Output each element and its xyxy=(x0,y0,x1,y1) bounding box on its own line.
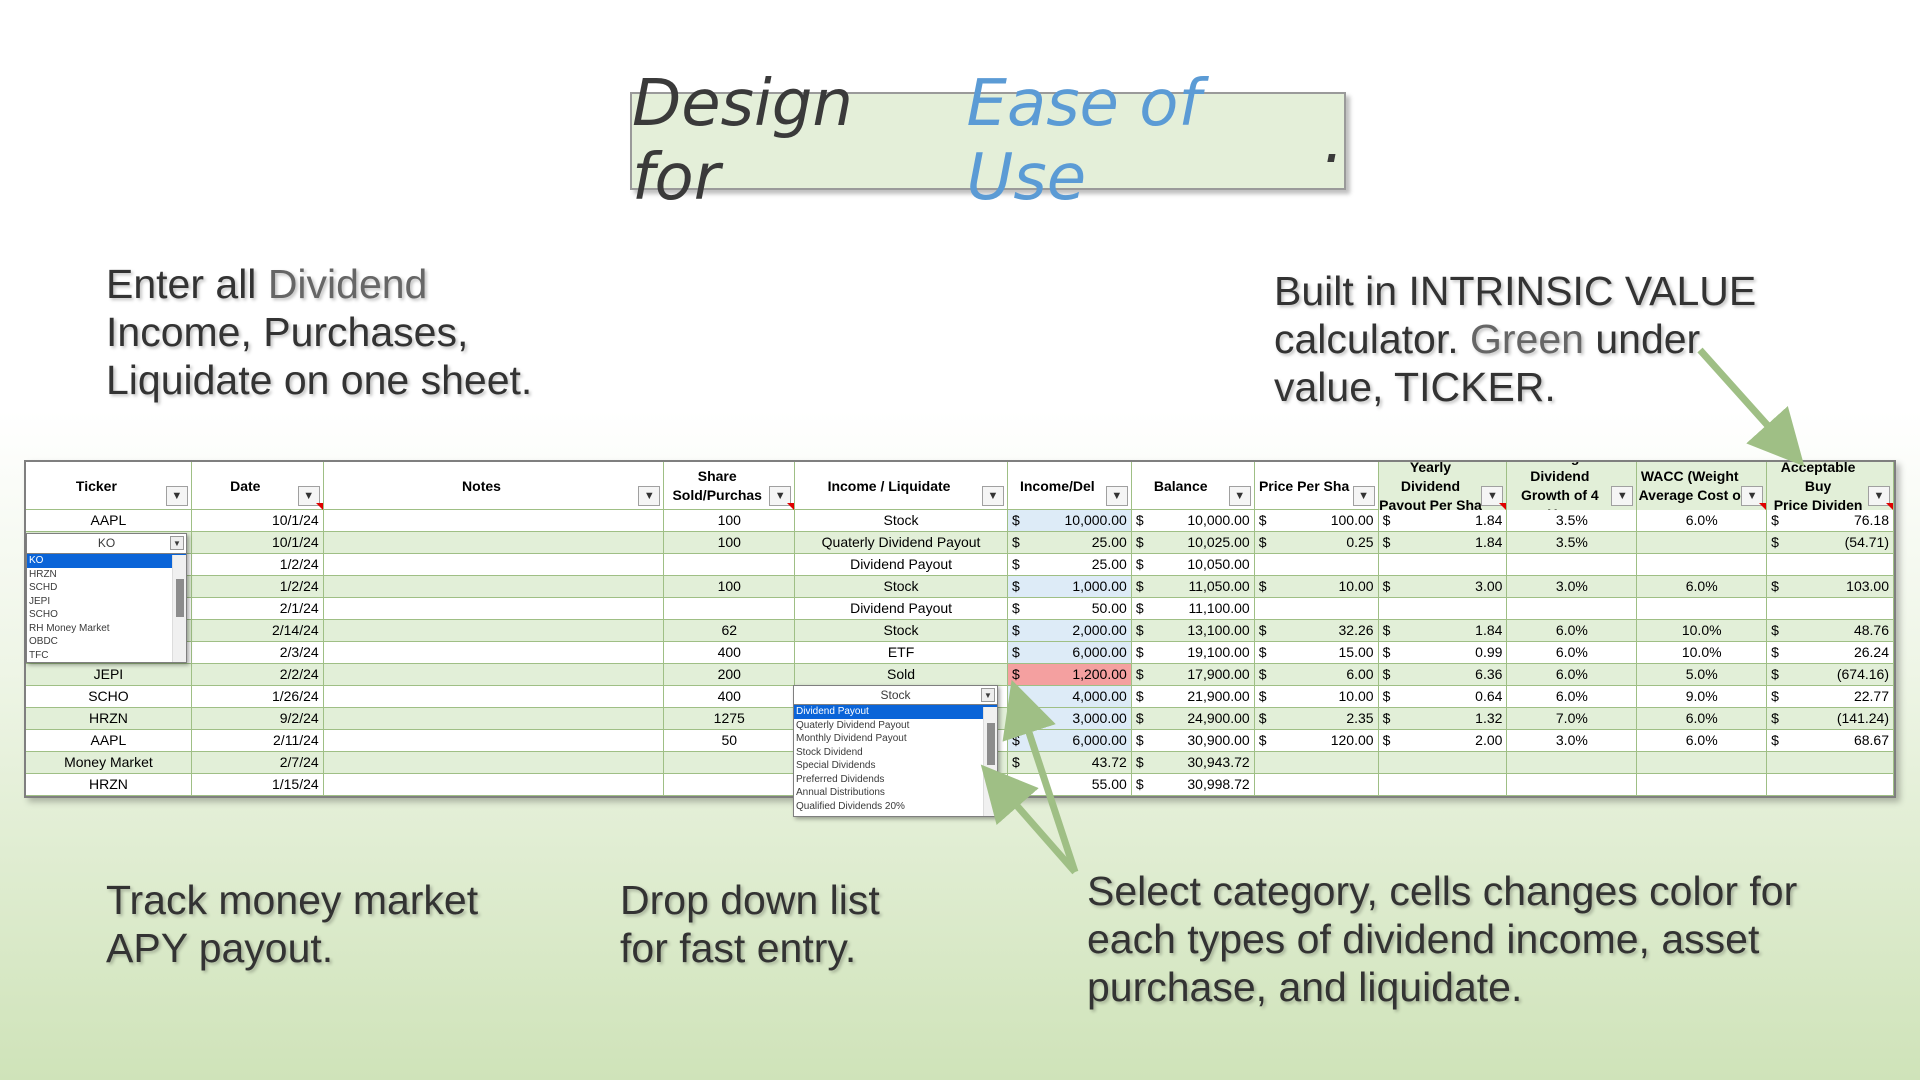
arrow-to-category-2 xyxy=(1002,679,1079,874)
arrow-to-acceptable-buy xyxy=(1697,347,1805,467)
callout-arrows xyxy=(980,347,1805,875)
